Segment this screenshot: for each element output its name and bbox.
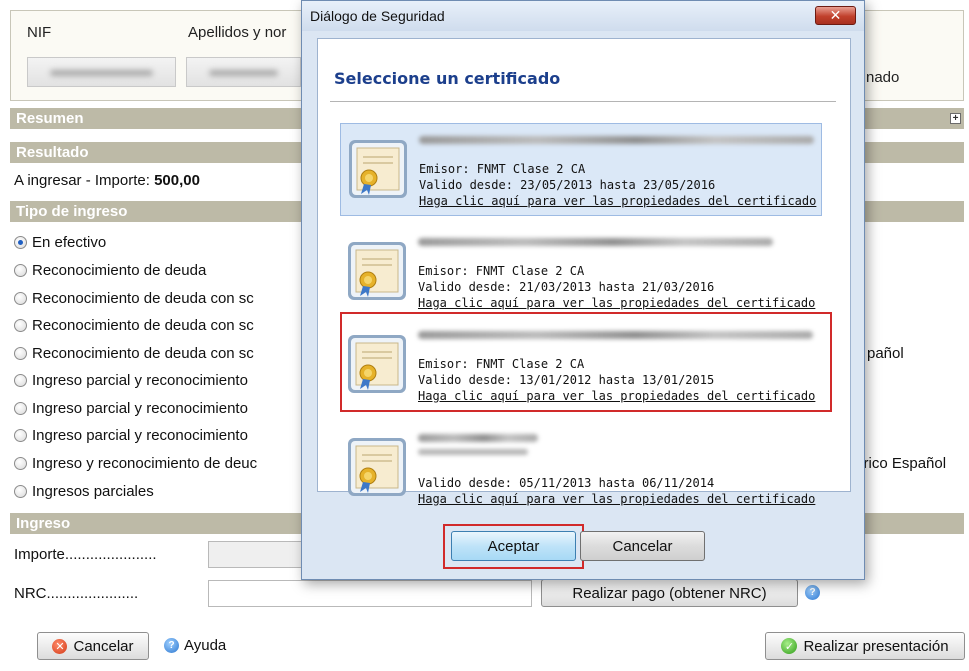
radio-option-5[interactable]: Ingreso parcial y reconocimiento [14, 372, 248, 389]
dialog-cancel-label: Cancelar [612, 537, 673, 555]
certificate-holder-redacted [418, 238, 773, 246]
highlight-box-accept [443, 524, 584, 569]
ayuda-link[interactable]: ? Ayuda [164, 637, 226, 654]
option-fragment-historico: tórico Español [851, 455, 947, 472]
certificate-validity: Valido desde: 21/03/2013 hasta 21/03/201… [418, 280, 715, 294]
certificate-properties-link[interactable]: Haga clic aquí para ver las propiedades … [419, 194, 816, 208]
cancel-icon: ✕ [52, 638, 68, 654]
dialog-titlebar[interactable]: Diálogo de Seguridad ✕ [302, 1, 864, 31]
ayuda-label: Ayuda [184, 637, 227, 654]
cancelar-label: Cancelar [73, 637, 134, 655]
radio-icon[interactable] [14, 374, 27, 387]
resultado-prefix: A ingresar - Importe: [14, 172, 155, 189]
radio-option-9[interactable]: Ingresos parciales [14, 483, 154, 500]
importe-label-row: Importe...................... [14, 546, 157, 563]
radio-option-2[interactable]: Reconocimiento de deuda con sc [14, 290, 254, 307]
certificate-icon [348, 438, 406, 496]
certificate-validity: Valido desde: 23/05/2013 hasta 23/05/201… [419, 178, 716, 192]
section-ingreso-title: Ingreso [16, 515, 71, 532]
radio-icon[interactable] [14, 485, 27, 498]
dot-leader: ...................... [46, 585, 139, 602]
radio-option-6[interactable]: Ingreso parcial y reconocimiento [14, 400, 248, 417]
importe-field[interactable] [208, 541, 303, 568]
certificate-holder-redacted [419, 136, 814, 144]
dot-leader: ...................... [64, 546, 157, 563]
certificate-emisor: Emisor: FNMT Clase 2 CA [419, 162, 586, 176]
certificate-validity: Valido desde: 05/11/2013 hasta 06/11/201… [418, 476, 715, 490]
certificate-item-1[interactable]: Emisor: FNMT Clase 2 CA Valido desde: 23… [340, 123, 822, 216]
radio-option-7[interactable]: Ingreso parcial y reconocimiento [14, 427, 248, 444]
radio-option-label: Ingreso parcial y reconocimiento [32, 372, 248, 389]
dialog-heading: Seleccione un certificado [334, 69, 561, 88]
dialog-cancel-button[interactable]: Cancelar [580, 531, 705, 561]
help-icon[interactable]: ? [805, 585, 820, 600]
certificate-icon [349, 140, 407, 198]
realizar-pago-label: Realizar pago (obtener NRC) [572, 584, 767, 602]
certificate-holder-redacted [418, 434, 538, 442]
nrc-label: NRC [14, 585, 47, 602]
nombre-label-partial: nado [866, 69, 900, 86]
radio-option-label: Reconocimiento de deuda con sc [32, 317, 254, 334]
nif-label: NIF [27, 24, 52, 41]
certificate-item-2[interactable]: Emisor: FNMT Clase 2 CA Valido desde: 21… [340, 226, 822, 319]
resultado-amount: 500,00 [154, 172, 200, 189]
nrc-label-row: NRC...................... [14, 585, 138, 602]
radio-option-0[interactable]: En efectivo [14, 234, 106, 251]
radio-option-label: En efectivo [32, 234, 107, 251]
radio-option-1[interactable]: Reconocimiento de deuda [14, 262, 206, 279]
radio-option-label: Ingreso y reconocimiento de deuc [32, 455, 258, 472]
radio-icon[interactable] [14, 429, 27, 442]
nrc-field[interactable] [208, 580, 532, 607]
radio-option-label: Reconocimiento de deuda [32, 262, 207, 279]
radio-icon[interactable] [14, 347, 27, 360]
certificate-icon [348, 242, 406, 300]
radio-option-label: Reconocimiento de deuda con sc [32, 345, 254, 362]
cancelar-button[interactable]: ✕ Cancelar [37, 632, 149, 660]
highlight-box-certificate [340, 312, 832, 412]
checkmark-icon: ✓ [781, 638, 798, 654]
radio-option-label: Ingreso parcial y reconocimiento [32, 427, 248, 444]
divider [330, 101, 836, 102]
radio-option-label: Ingresos parciales [32, 483, 154, 500]
radio-option-4[interactable]: Reconocimiento de deuda con sc [14, 345, 254, 362]
radio-icon[interactable] [14, 264, 27, 277]
help-icon: ? [164, 638, 179, 653]
certificate-item-4[interactable]: Valido desde: 05/11/2013 hasta 06/11/201… [340, 422, 822, 515]
importe-label: Importe [14, 546, 65, 563]
section-resultado-title: Resultado [16, 144, 89, 161]
apellidos-label: Apellidos y nor [188, 24, 287, 41]
apellidos-value-redacted [186, 57, 301, 87]
radio-option-label: Reconocimiento de deuda con sc [32, 290, 254, 307]
radio-selected-icon[interactable] [14, 236, 27, 249]
certificate-holder-redacted [418, 449, 528, 455]
close-icon[interactable]: ✕ [815, 6, 856, 25]
radio-icon[interactable] [14, 319, 27, 332]
radio-icon[interactable] [14, 457, 27, 470]
certificate-properties-link[interactable]: Haga clic aquí para ver las propiedades … [418, 492, 815, 506]
resultado-text: A ingresar - Importe: 500,00 [14, 172, 200, 189]
dialog-title: Diálogo de Seguridad [310, 8, 445, 24]
dialog-content: Seleccione un certificado Emisor: FNMT C… [317, 38, 851, 506]
option-fragment-espanol: pañol [867, 345, 904, 362]
realizar-pago-button[interactable]: Realizar pago (obtener NRC) [541, 579, 798, 607]
section-tipo-ingreso-title: Tipo de ingreso [16, 203, 128, 220]
certificate-properties-link[interactable]: Haga clic aquí para ver las propiedades … [418, 296, 815, 310]
radio-icon[interactable] [14, 402, 27, 415]
radio-option-label: Ingreso parcial y reconocimiento [32, 400, 248, 417]
realizar-presentacion-button[interactable]: ✓ Realizar presentación [765, 632, 965, 660]
radio-icon[interactable] [14, 292, 27, 305]
nif-value-redacted [27, 57, 176, 87]
plus-icon[interactable]: + [950, 113, 961, 124]
section-resumen-title: Resumen [16, 110, 84, 127]
security-dialog: Diálogo de Seguridad ✕ Seleccione un cer… [301, 0, 865, 580]
realizar-presentacion-label: Realizar presentación [803, 637, 949, 655]
radio-option-3[interactable]: Reconocimiento de deuda con sc [14, 317, 254, 334]
radio-option-8[interactable]: Ingreso y reconocimiento de deuc [14, 455, 257, 472]
certificate-emisor: Emisor: FNMT Clase 2 CA [418, 264, 585, 278]
